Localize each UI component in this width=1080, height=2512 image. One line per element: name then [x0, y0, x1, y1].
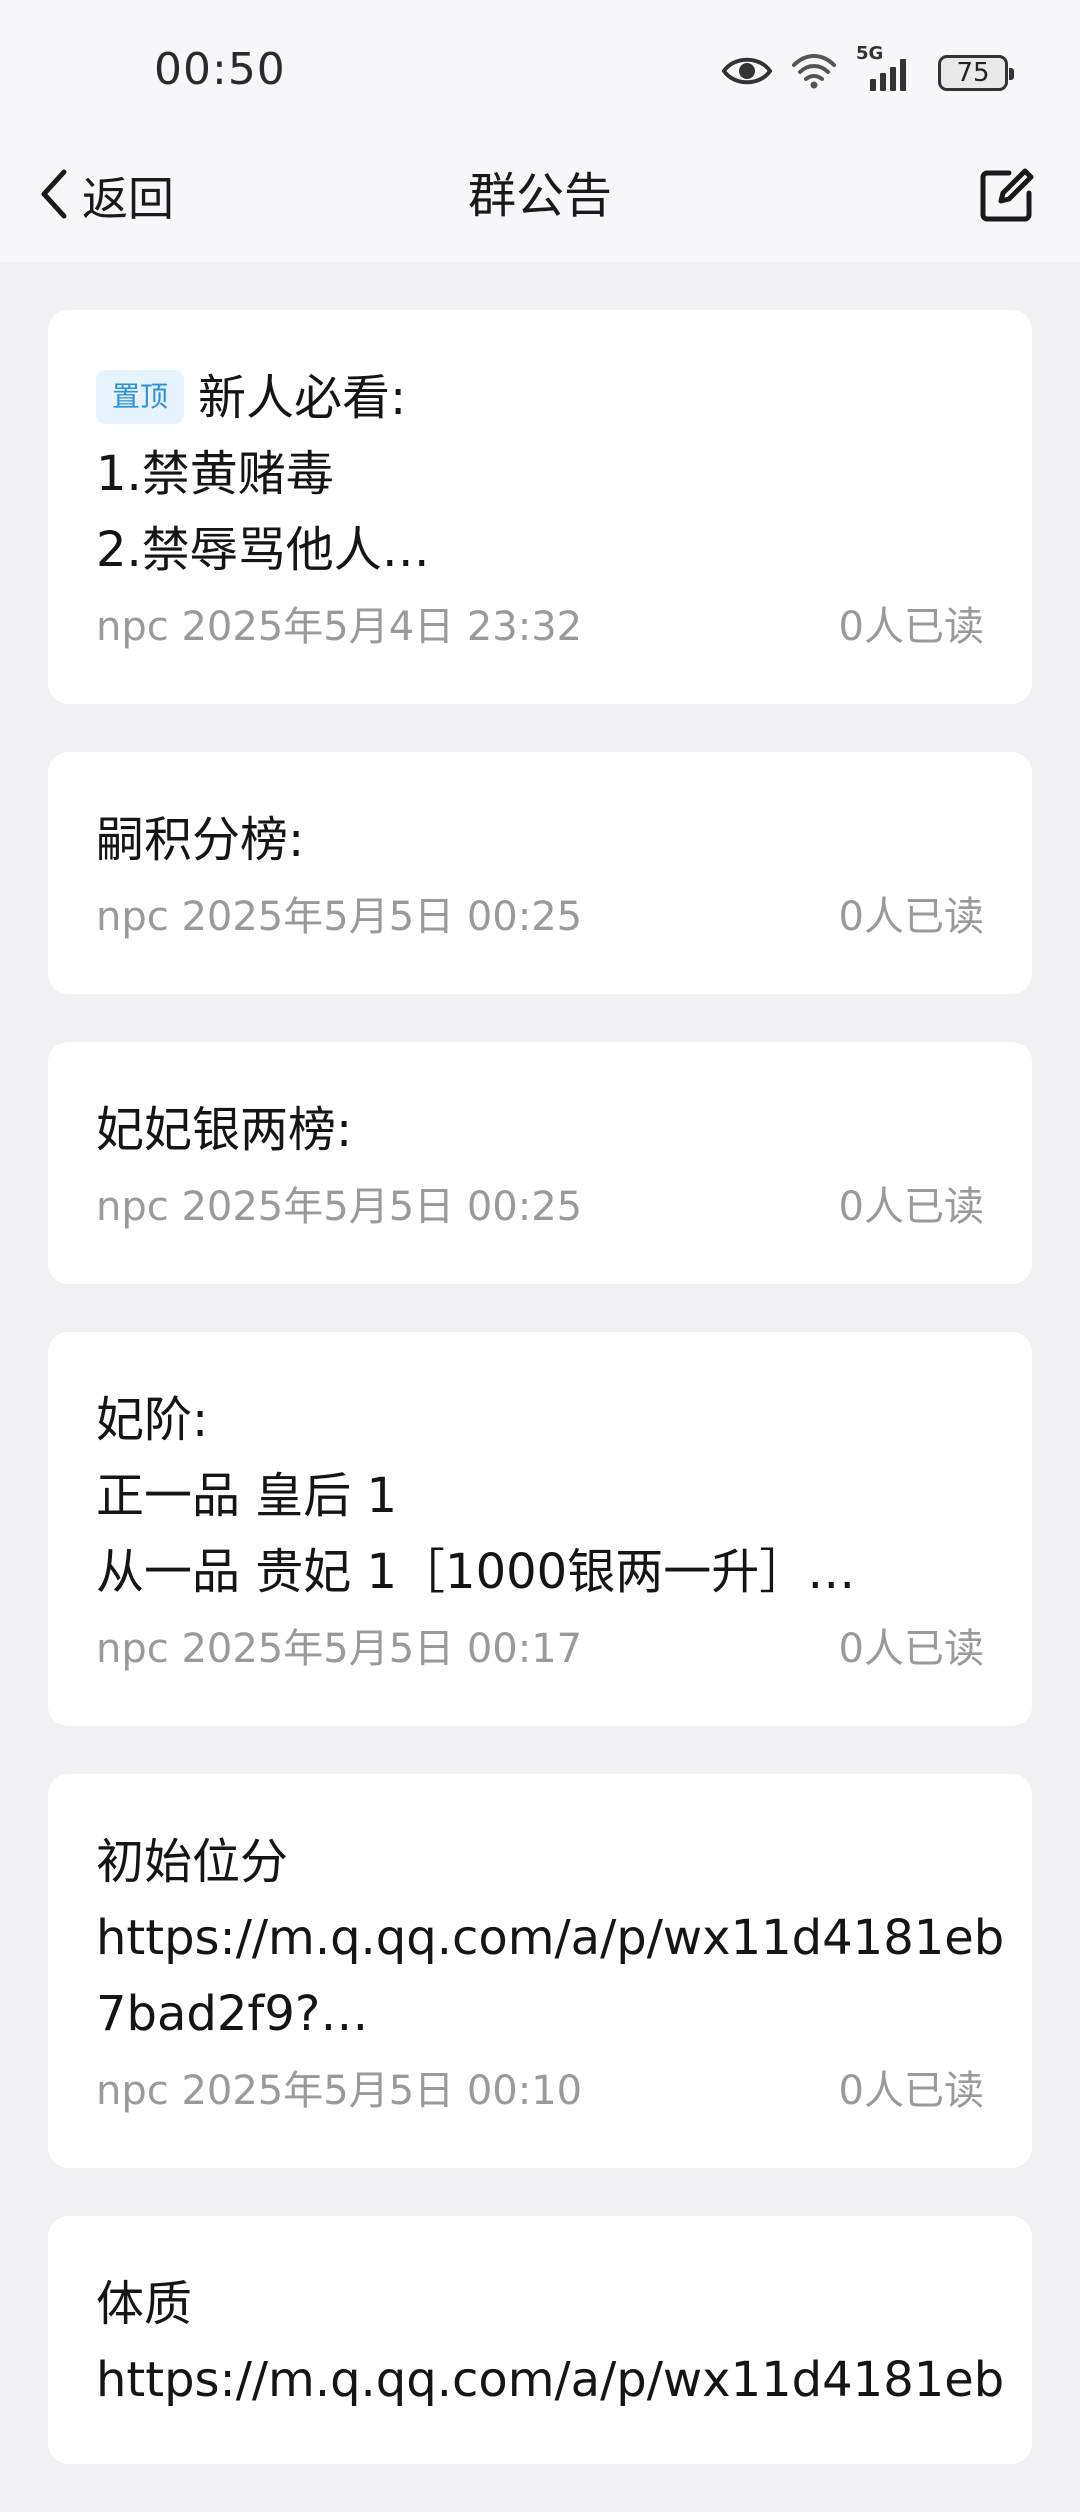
author: npc: [96, 894, 169, 940]
edit-icon: [979, 167, 1035, 227]
announcement-card[interactable]: 妃阶: 正一品 皇后 1 从一品 贵妃 1［1000银两一升］… npc 202…: [48, 1332, 1032, 1726]
wifi-icon: [790, 51, 838, 95]
announcement-line: https://m.q.qq.com/a/p/wx11d4181eb: [96, 2352, 1005, 2408]
edit-announcement-button[interactable]: [970, 160, 1044, 234]
read-count: 0人已读: [838, 2068, 984, 2114]
datetime: 2025年5月5日 00:10: [181, 2068, 583, 2114]
announcement-line: 1.禁黄赌毒: [96, 446, 334, 502]
announcement-card[interactable]: 嗣积分榜: npc 2025年5月5日 00:25 0人已读: [48, 752, 1032, 994]
announcement-line: 体质: [96, 2276, 193, 2332]
announcement-meta: npc 2025年5月5日 00:25 0人已读: [96, 886, 984, 948]
status-bar: 00:50 5G 75: [0, 0, 1080, 130]
author-date: npc 2025年5月5日 00:25: [96, 886, 582, 948]
battery-level: 75: [956, 58, 990, 88]
datetime: 2025年5月5日 00:25: [181, 1184, 583, 1230]
announcement-line: 置顶 新人必看:: [96, 360, 984, 436]
announcement-line: 7bad2f9?…: [96, 1986, 369, 2042]
announcement-meta: npc 2025年5月5日 00:17 0人已读: [96, 1618, 984, 1680]
author: npc: [96, 1626, 169, 1672]
battery-icon: 75: [938, 55, 1014, 91]
announcement-card[interactable]: 置顶 新人必看: 1.禁黄赌毒 2.禁辱骂他人… npc 2025年5月4日 23…: [48, 310, 1032, 704]
announcement-line: 妃阶:: [96, 1392, 209, 1448]
author: npc: [96, 604, 169, 650]
read-count: 0人已读: [838, 1626, 984, 1672]
cellular-signal-icon: 5G: [856, 43, 920, 93]
read-count: 0人已读: [838, 1184, 984, 1230]
announcement-line: 嗣积分榜:: [96, 812, 305, 868]
author: npc: [96, 2068, 169, 2114]
read-count: 0人已读: [838, 894, 984, 940]
announcement-line: 从一品 贵妃 1［1000银两一升］…: [96, 1544, 856, 1600]
announcement-meta: npc 2025年5月5日 00:10 0人已读: [96, 2060, 984, 2122]
announcement-line: 2.禁辱骂他人…: [96, 522, 430, 578]
author-date: npc 2025年5月5日 00:10: [96, 2060, 582, 2122]
status-time: 00:50: [154, 44, 286, 95]
author: npc: [96, 1184, 169, 1230]
author-date: npc 2025年5月5日 00:25: [96, 1176, 582, 1238]
status-icons: 5G 75: [721, 43, 1014, 96]
announcement-list: 置顶 新人必看: 1.禁黄赌毒 2.禁辱骂他人… npc 2025年5月4日 23…: [48, 310, 1032, 2512]
announcement-line: 正一品 皇后 1: [96, 1468, 398, 1524]
author-date: npc 2025年5月4日 23:32: [96, 596, 582, 658]
announcement-card[interactable]: 体质 https://m.q.qq.com/a/p/wx11d4181eb: [48, 2216, 1032, 2464]
announcement-line: 妃妃银两榜:: [96, 1102, 353, 1158]
author-date: npc 2025年5月5日 00:17: [96, 1618, 582, 1680]
announcement-meta: npc 2025年5月4日 23:32 0人已读: [96, 596, 984, 658]
announcement-text: 新人必看:: [198, 370, 407, 426]
announcement-line: 初始位分: [96, 1834, 289, 1890]
pinned-badge: 置顶: [96, 370, 185, 424]
datetime: 2025年5月4日 23:32: [181, 604, 583, 650]
announcement-card[interactable]: 初始位分 https://m.q.qq.com/a/p/wx11d4181eb …: [48, 1774, 1032, 2168]
announcement-line: https://m.q.qq.com/a/p/wx11d4181eb: [96, 1910, 1005, 1966]
datetime: 2025年5月5日 00:25: [181, 894, 583, 940]
datetime: 2025年5月5日 00:17: [181, 1626, 583, 1672]
read-count: 0人已读: [838, 604, 984, 650]
eye-icon: [721, 54, 773, 92]
page-title: 群公告: [467, 168, 612, 224]
network-type: 5G: [856, 43, 884, 64]
announcement-meta: npc 2025年5月5日 00:25 0人已读: [96, 1176, 984, 1238]
announcement-card[interactable]: 妃妃银两榜: npc 2025年5月5日 00:25 0人已读: [48, 1042, 1032, 1284]
nav-bar: 返回 群公告: [0, 130, 1080, 262]
